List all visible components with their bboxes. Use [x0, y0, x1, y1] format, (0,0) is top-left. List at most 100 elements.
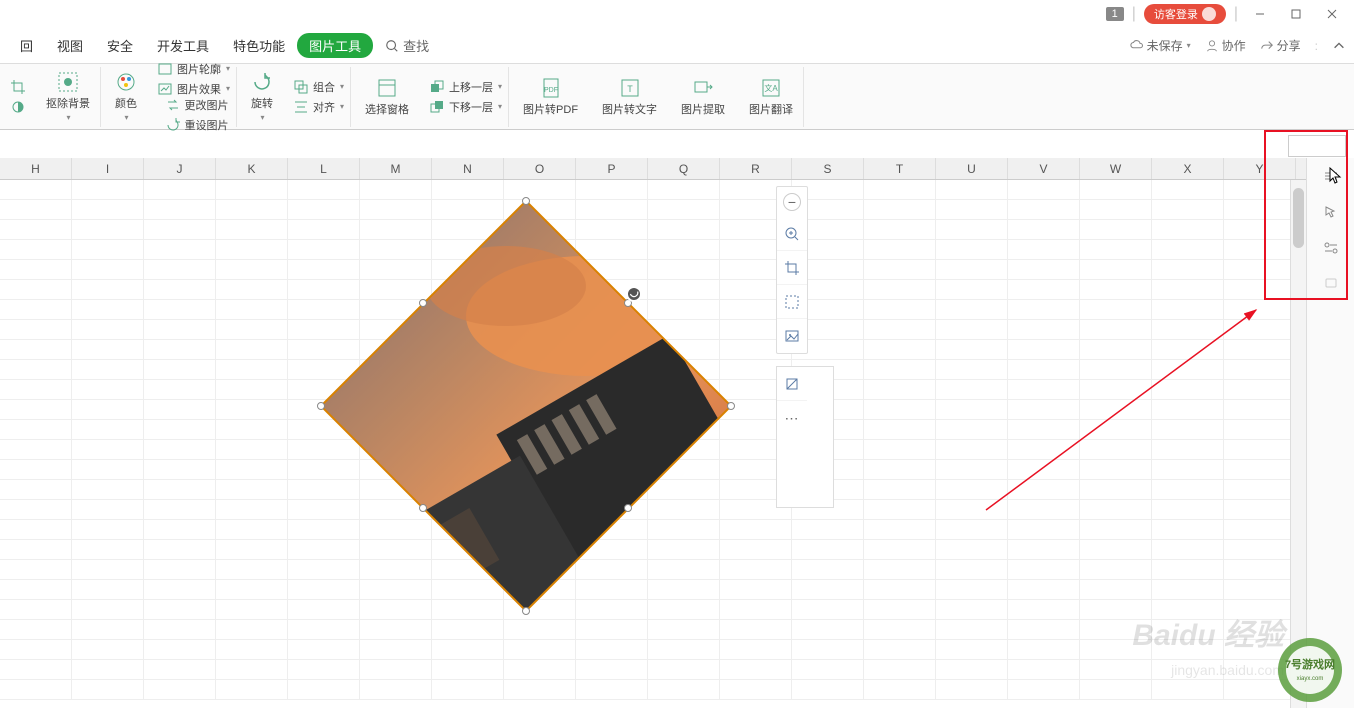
- column-header[interactable]: U: [936, 158, 1008, 179]
- column-header[interactable]: O: [504, 158, 576, 179]
- send-backward-button[interactable]: 下移一层▾: [429, 99, 502, 115]
- column-header[interactable]: W: [1080, 158, 1152, 179]
- collab-button[interactable]: 协作: [1205, 37, 1246, 54]
- export-image-button[interactable]: [777, 367, 807, 401]
- pane-icon: [376, 77, 398, 99]
- image-float-toolbar: −: [776, 186, 808, 354]
- crop-icon: [10, 79, 26, 95]
- image-swap-icon: [784, 328, 800, 344]
- menu-item[interactable]: 回: [8, 32, 45, 59]
- pdf-icon: PDF: [540, 77, 562, 99]
- vertical-scrollbar[interactable]: [1290, 180, 1306, 708]
- column-header[interactable]: P: [576, 158, 648, 179]
- column-header[interactable]: V: [1008, 158, 1080, 179]
- resize-handle[interactable]: [624, 504, 632, 512]
- image-float-toolbar-ext: ⋯: [776, 366, 834, 508]
- pic-extract-button[interactable]: 图片提取: [677, 75, 729, 119]
- change-picture-button[interactable]: 更改图片: [165, 97, 229, 113]
- resize-handle[interactable]: [419, 299, 427, 307]
- effect-icon: [157, 81, 173, 97]
- side-menu-icon[interactable]: [1307, 158, 1354, 194]
- rotate-button[interactable]: 旋转▾: [247, 69, 277, 124]
- column-header[interactable]: J: [144, 158, 216, 179]
- column-header[interactable]: Q: [648, 158, 720, 179]
- adjust-icon: [10, 99, 26, 115]
- share-button[interactable]: 分享: [1260, 37, 1301, 54]
- watermark-brand: Baidu 经验: [1132, 610, 1284, 654]
- extract-icon: [692, 77, 714, 99]
- export-icon: [784, 376, 800, 392]
- resize-handle[interactable]: [522, 607, 530, 615]
- menu-item-features[interactable]: 特色功能: [221, 32, 297, 59]
- cloud-icon: [1130, 39, 1144, 53]
- menubar: 回 视图 安全 开发工具 特色功能 图片工具 查找 未保存▾ 协作 分享 :: [0, 28, 1354, 64]
- collapse-ribbon-icon[interactable]: [1332, 39, 1346, 53]
- pic-translate-button[interactable]: 文A 图片翻译: [745, 75, 797, 119]
- picture-outline-button[interactable]: 图片轮廓▾: [157, 61, 230, 77]
- side-chat-icon[interactable]: [1307, 266, 1354, 302]
- search-icon: [385, 39, 399, 53]
- menu-item-security[interactable]: 安全: [95, 32, 145, 59]
- name-box[interactable]: [1288, 135, 1346, 157]
- crop-button[interactable]: [10, 79, 26, 95]
- column-header[interactable]: T: [864, 158, 936, 179]
- watermark-url: jingyan.baidu.com: [1171, 662, 1284, 678]
- column-header[interactable]: N: [432, 158, 504, 179]
- close-button[interactable]: [1318, 4, 1346, 24]
- minimize-button[interactable]: [1246, 4, 1274, 24]
- svg-text:文A: 文A: [764, 83, 778, 93]
- side-settings-icon[interactable]: [1307, 230, 1354, 266]
- column-header[interactable]: K: [216, 158, 288, 179]
- resize-handle[interactable]: [522, 197, 530, 205]
- ribbon: 抠除背景▾ 颜色▾ 图片轮廓▾ 图片效果▾ 更改图片 重设图片 旋转▾ 组合▾ …: [0, 64, 1354, 130]
- embedded-image[interactable]: [306, 186, 746, 626]
- remove-bg-button[interactable]: 抠除背景▾: [42, 69, 94, 124]
- column-header[interactable]: S: [792, 158, 864, 179]
- ocr-icon: T: [619, 77, 641, 99]
- column-header[interactable]: L: [288, 158, 360, 179]
- zoom-button[interactable]: [777, 217, 807, 251]
- maximize-button[interactable]: [1282, 4, 1310, 24]
- adjust-button[interactable]: [10, 99, 26, 115]
- outline-icon: [157, 61, 173, 77]
- column-header[interactable]: Y: [1224, 158, 1296, 179]
- resize-handle[interactable]: [727, 402, 735, 410]
- resize-handle[interactable]: [419, 504, 427, 512]
- crop-tool-button[interactable]: [777, 251, 807, 285]
- swap-icon: [165, 97, 181, 113]
- side-cursor-icon[interactable]: [1307, 194, 1354, 230]
- guest-login-button[interactable]: 访客登录: [1144, 4, 1226, 24]
- login-label: 访客登录: [1154, 6, 1198, 22]
- replace-image-button[interactable]: [777, 319, 807, 353]
- color-button[interactable]: 颜色▾: [111, 69, 141, 124]
- select-tool-button[interactable]: [777, 285, 807, 319]
- column-header[interactable]: M: [360, 158, 432, 179]
- column-header[interactable]: I: [72, 158, 144, 179]
- align-button[interactable]: 对齐▾: [293, 99, 344, 115]
- menu-item-devtools[interactable]: 开发工具: [145, 32, 221, 59]
- pic-to-text-button[interactable]: T 图片转文字: [598, 75, 661, 119]
- resize-handle[interactable]: [317, 402, 325, 410]
- zoom-icon: [784, 226, 800, 242]
- column-headers: HIJKLMNOPQRSTUVWXY: [0, 158, 1306, 180]
- menu-item-picture-tools[interactable]: 图片工具: [297, 33, 373, 58]
- column-header[interactable]: R: [720, 158, 792, 179]
- selection-pane-button[interactable]: 选择窗格: [361, 75, 413, 119]
- unsaved-indicator[interactable]: 未保存▾: [1130, 37, 1191, 54]
- group-button[interactable]: 组合▾: [293, 79, 344, 95]
- column-header[interactable]: X: [1152, 158, 1224, 179]
- scrollbar-thumb[interactable]: [1293, 188, 1304, 248]
- align-icon: [293, 99, 309, 115]
- pic-to-pdf-button[interactable]: PDF 图片转PDF: [519, 75, 582, 119]
- rotation-handle[interactable]: [626, 286, 642, 302]
- picture-effect-button[interactable]: 图片效果▾: [157, 81, 230, 97]
- backward-icon: [429, 99, 445, 115]
- collapse-toolbar-button[interactable]: −: [783, 193, 801, 211]
- svg-text:7号游戏网: 7号游戏网: [1285, 657, 1335, 671]
- doc-count-badge: 1: [1106, 7, 1124, 21]
- column-header[interactable]: H: [0, 158, 72, 179]
- search-button[interactable]: 查找: [385, 36, 429, 55]
- menu-item-view[interactable]: 视图: [45, 32, 95, 59]
- bring-forward-button[interactable]: 上移一层▾: [429, 79, 502, 95]
- more-button[interactable]: ⋯: [777, 401, 807, 435]
